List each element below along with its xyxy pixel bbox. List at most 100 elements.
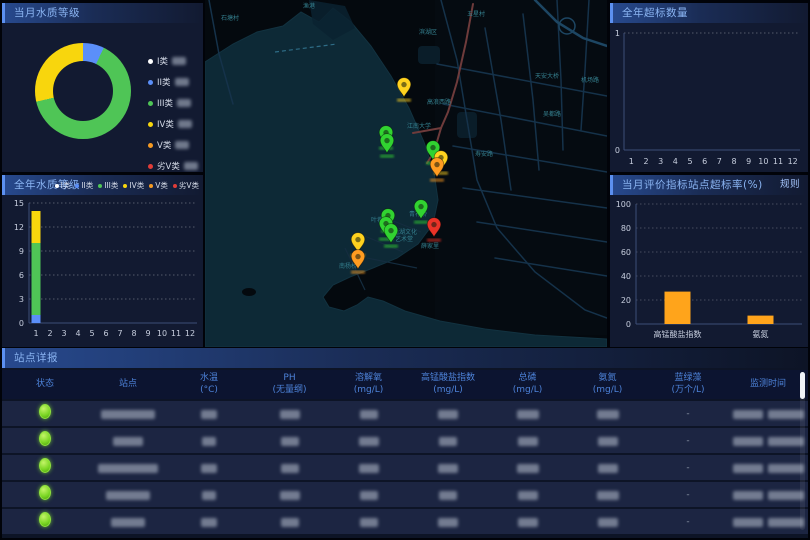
map-label: 薛家里: [421, 242, 439, 250]
svg-text:4: 4: [75, 329, 80, 338]
value-redacted: [597, 491, 619, 500]
value-redacted: [360, 518, 378, 527]
value-redacted: [281, 464, 299, 473]
svg-text:3: 3: [19, 295, 24, 304]
column-header: 总磷(mg/L): [488, 373, 567, 396]
table-row[interactable]: -: [2, 482, 808, 507]
svg-text:6: 6: [103, 329, 108, 338]
svg-text:1: 1: [615, 29, 620, 38]
svg-text:2: 2: [47, 329, 52, 338]
legend-item[interactable]: V类: [149, 180, 168, 191]
column-header: 蓝绿藻(万个/L): [648, 373, 728, 396]
station-name-redacted: [113, 437, 143, 446]
status-ok-icon: [39, 404, 51, 419]
legend-value-redacted: [184, 162, 198, 170]
svg-text:8: 8: [131, 329, 136, 338]
map-label: 渔港: [303, 2, 315, 10]
legend-dot-icon: [148, 80, 153, 85]
rules-link[interactable]: 规则: [780, 175, 800, 195]
column-header: 水温(°C): [168, 373, 250, 396]
svg-text:1: 1: [33, 329, 38, 338]
stacked-bar-chart[interactable]: 03691215123456789101112: [2, 195, 203, 347]
column-header: 溶解氧(mg/L): [329, 373, 408, 396]
value-redacted: [359, 437, 379, 446]
date-redacted: [733, 464, 763, 473]
empty-bar-chart[interactable]: 10123456789101112: [610, 23, 808, 172]
svg-text:3: 3: [658, 157, 663, 166]
algae-value: -: [648, 436, 728, 446]
time-redacted: [768, 491, 804, 500]
svg-text:40: 40: [621, 272, 631, 281]
table-row[interactable]: -: [2, 455, 808, 480]
legend-item[interactable]: 劣V类: [148, 160, 198, 172]
svg-text:5: 5: [89, 329, 94, 338]
scrollbar-thumb[interactable]: [800, 372, 805, 399]
svg-text:0: 0: [626, 320, 631, 329]
value-redacted: [438, 518, 458, 527]
pin-label-redacted: [384, 245, 398, 248]
rate-bar-chart[interactable]: 020406080100高锰酸盐指数氨氮: [610, 195, 808, 347]
value-redacted: [280, 491, 300, 500]
svg-text:100: 100: [616, 200, 631, 209]
legend-label: V类: [155, 180, 168, 191]
value-redacted: [598, 464, 618, 473]
legend-item[interactable]: IV类: [123, 180, 144, 191]
table-body: -----: [2, 401, 808, 534]
table-scrollbar[interactable]: [800, 372, 805, 530]
legend-dot-icon: [148, 59, 153, 64]
svg-text:11: 11: [773, 157, 783, 166]
value-redacted: [438, 464, 458, 473]
legend-item[interactable]: 劣V类: [173, 180, 199, 191]
svg-text:0: 0: [615, 146, 620, 155]
legend-item[interactable]: V类: [148, 139, 198, 151]
panel-month-grade: 当月水质等级 I类 II类 III类 IV类 V类劣V类: [2, 3, 203, 172]
table-row[interactable]: -: [2, 401, 808, 426]
legend-item[interactable]: III类: [98, 180, 118, 191]
legend-dot-icon: [55, 184, 59, 188]
value-redacted: [518, 518, 538, 527]
column-header: 站点: [88, 379, 168, 390]
panel-title: 全年超标数量: [622, 3, 688, 23]
map-label: 高浪西路: [427, 98, 451, 106]
value-redacted: [360, 491, 378, 500]
status-ok-icon: [39, 431, 51, 446]
legend-value-redacted: [175, 78, 189, 86]
svg-text:12: 12: [185, 329, 195, 338]
svg-text:20: 20: [621, 296, 631, 305]
panel-month-rate: 当月评价指标站点超标率(%) 规则 020406080100高锰酸盐指数氨氮: [610, 175, 808, 347]
legend-item[interactable]: II类: [148, 76, 198, 88]
value-redacted: [598, 518, 618, 527]
table-row[interactable]: -: [2, 428, 808, 453]
column-header: 高锰酸盐指数(mg/L): [408, 373, 488, 396]
legend-item[interactable]: III类: [148, 97, 198, 109]
value-redacted: [439, 491, 457, 500]
legend-label: III类: [104, 180, 118, 191]
svg-text:6: 6: [19, 271, 24, 280]
panel-title-bar: 全年超标数量: [610, 3, 808, 23]
value-redacted: [438, 410, 458, 419]
column-header: 状态: [2, 379, 88, 390]
svg-text:60: 60: [621, 248, 631, 257]
pin-label-redacted: [430, 179, 444, 182]
legend-dot-icon: [148, 122, 153, 127]
svg-text:11: 11: [171, 329, 181, 338]
donut-chart[interactable]: [35, 43, 131, 139]
legend-item[interactable]: I类: [55, 180, 71, 191]
column-header: 氨氮(mg/L): [567, 373, 648, 396]
legend-item[interactable]: IV类: [148, 118, 198, 130]
svg-text:9: 9: [746, 157, 751, 166]
legend-label: II类: [81, 180, 93, 191]
legend-item[interactable]: I类: [148, 55, 198, 67]
station-name-redacted: [101, 410, 155, 419]
legend-label: IV类: [157, 118, 174, 130]
legend-item[interactable]: II类: [75, 180, 93, 191]
panel-title: 站点详报: [14, 348, 58, 368]
map[interactable]: 石塘村渔港五星村滨湖区天安大桥机场路吴都路高浪西路江南大学寿安路叶巷青祁桥蠡湖文…: [205, 0, 607, 347]
table-header-row: 状态站点水温(°C)PH(无量纲)溶解氧(mg/L)高锰酸盐指数(mg/L)总磷…: [2, 370, 808, 399]
svg-text:80: 80: [621, 224, 631, 233]
table-row[interactable]: -: [2, 509, 808, 534]
legend-label: V类: [157, 139, 171, 151]
panel-title: 当月水质等级: [14, 3, 80, 23]
legend-dot-icon: [149, 184, 153, 188]
time-redacted: [768, 437, 804, 446]
